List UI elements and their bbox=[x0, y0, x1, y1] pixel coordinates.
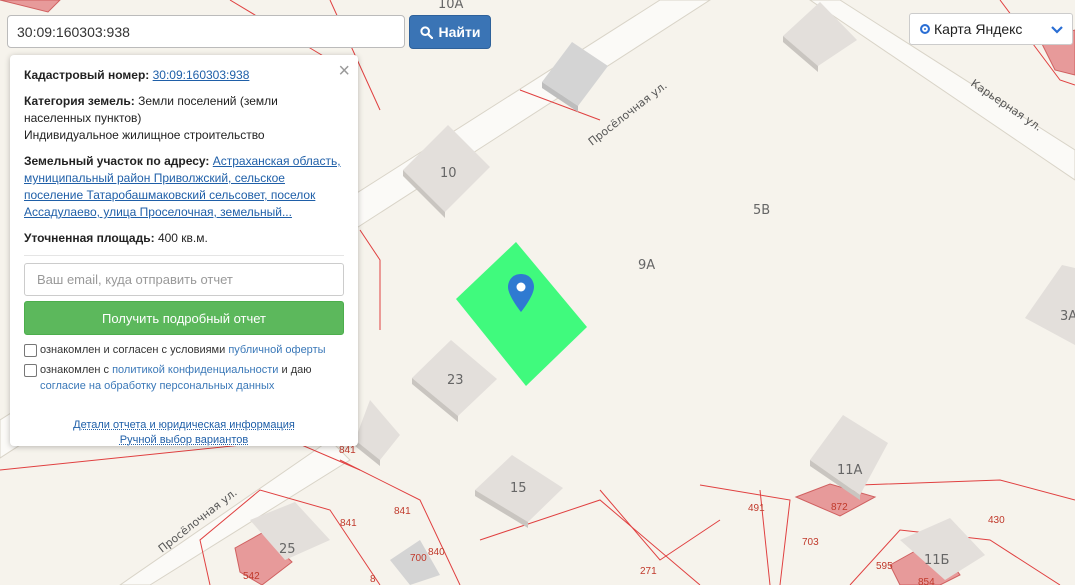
privacy-consent-text: ознакомлен с bbox=[40, 364, 110, 376]
divider bbox=[24, 255, 344, 256]
house-label: 10 bbox=[440, 166, 457, 181]
personal-data-consent-link[interactable]: согласие на обработку персональных данны… bbox=[40, 380, 274, 392]
parcel-number: 8 bbox=[370, 574, 376, 585]
parcel-number: 841 bbox=[394, 506, 411, 517]
parcel-number: 841 bbox=[339, 445, 356, 456]
privacy-policy-link[interactable]: политикой конфиденциальности bbox=[112, 364, 278, 376]
parcel-number: 430 bbox=[988, 515, 1005, 526]
search-icon bbox=[419, 25, 433, 39]
area-value: 400 кв.м. bbox=[157, 231, 208, 245]
public-offer-link[interactable]: публичной оферты bbox=[228, 344, 325, 356]
email-placeholder: Ваш email, куда отправить отчет bbox=[37, 272, 233, 287]
house-label: 3А bbox=[1060, 309, 1075, 324]
address-label: Земельный участок по адресу: bbox=[24, 154, 210, 168]
cadastral-label: Кадастровый номер: bbox=[24, 68, 150, 82]
parcel-number: 700 bbox=[410, 553, 427, 564]
privacy-consent-tail: и даю bbox=[281, 364, 312, 376]
parcel-info-panel: × Кадастровый номер: 30:09:160303:938 Ка… bbox=[10, 55, 358, 446]
report-details-link[interactable]: Детали отчета и юридическая информация bbox=[24, 419, 344, 431]
house-label: 25 bbox=[279, 542, 296, 557]
house-label: 9А bbox=[638, 258, 655, 273]
parcel-number: 840 bbox=[428, 547, 445, 558]
search-button-label: Найти bbox=[438, 24, 481, 40]
house-label: 11А bbox=[837, 463, 863, 478]
parcel-number: 491 bbox=[748, 503, 765, 514]
cadastral-row: Кадастровый номер: 30:09:160303:938 bbox=[24, 67, 344, 84]
area-row: Уточненная площадь: 400 кв.м. bbox=[24, 230, 344, 247]
usage-value: Индивидуальное жилищное строительство bbox=[24, 128, 265, 142]
parcel-number: 542 bbox=[243, 571, 260, 582]
offer-consent-row: ознакомлен и согласен с условиями публич… bbox=[24, 342, 344, 358]
chevron-down-icon bbox=[1051, 26, 1063, 34]
get-report-button[interactable]: Получить подробный отчет bbox=[24, 301, 344, 335]
search-input[interactable]: 30:09:160303:938 bbox=[7, 15, 405, 48]
report-button-label: Получить подробный отчет bbox=[101, 310, 267, 326]
email-field[interactable]: Ваш email, куда отправить отчет bbox=[24, 263, 344, 296]
parcel-number: 854 bbox=[918, 577, 935, 585]
close-icon[interactable]: × bbox=[338, 61, 350, 81]
search-input-value: 30:09:160303:938 bbox=[17, 23, 130, 40]
parcel-number: 872 bbox=[831, 502, 848, 513]
house-label: 10А bbox=[438, 0, 464, 12]
privacy-consent-row: ознакомлен с политикой конфиденциальност… bbox=[24, 362, 344, 394]
parcel-number: 703 bbox=[802, 537, 819, 548]
house-label: 5В bbox=[753, 203, 770, 218]
parcel-number: 271 bbox=[640, 566, 657, 577]
parcel-number: 595 bbox=[876, 561, 893, 572]
privacy-checkbox[interactable] bbox=[24, 364, 37, 377]
radio-selected-icon bbox=[920, 24, 930, 34]
house-label: 11Б bbox=[924, 553, 949, 568]
house-label: 15 bbox=[510, 481, 527, 496]
map-layer-select[interactable]: Карта Яндекс bbox=[909, 13, 1073, 45]
cadastral-link[interactable]: 30:09:160303:938 bbox=[153, 68, 250, 82]
category-label: Категория земель: bbox=[24, 94, 135, 108]
offer-consent-text: ознакомлен и согласен с условиями bbox=[40, 344, 226, 356]
address-row: Земельный участок по адресу: Астраханска… bbox=[24, 153, 344, 221]
parcel-number: 841 bbox=[340, 518, 357, 529]
search-button[interactable]: Найти bbox=[409, 15, 491, 49]
map-layer-label: Карта Яндекс bbox=[934, 21, 1023, 37]
category-row: Категория земель: Земли поселений (земли… bbox=[24, 93, 344, 144]
house-label: 23 bbox=[447, 373, 464, 388]
area-label: Уточненная площадь: bbox=[24, 231, 155, 245]
offer-checkbox[interactable] bbox=[24, 344, 37, 357]
manual-choice-link[interactable]: Ручной выбор вариантов bbox=[24, 434, 344, 446]
